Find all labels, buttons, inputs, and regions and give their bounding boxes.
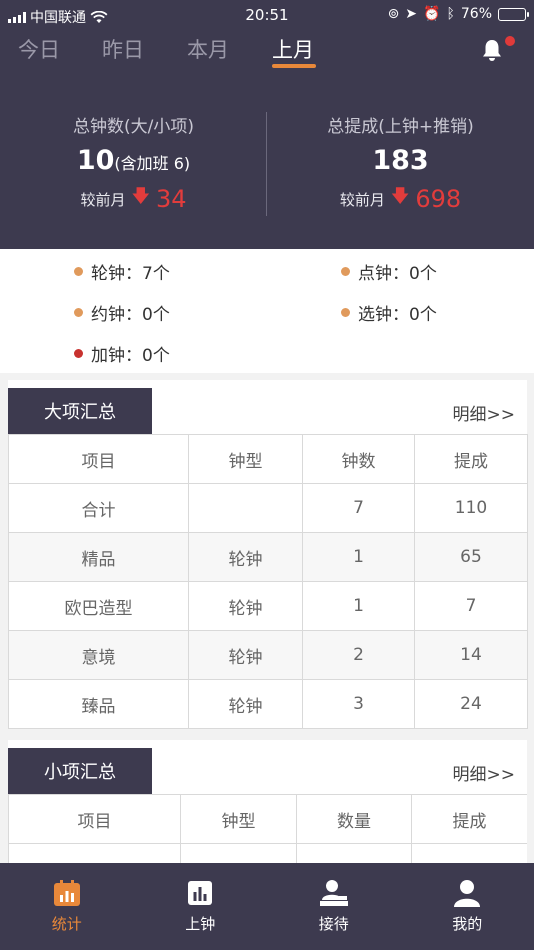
total-commission-value: 183 [372,145,429,176]
compare-label: 较前月 [339,190,385,209]
bluetooth-icon: ᛒ [446,6,455,22]
alarm-icon: ⏰ [423,6,441,22]
column-header: 项目 [8,794,181,844]
minor-summary-section: 小项汇总 明细>> 项目 钟型 数量 提成 [8,740,527,863]
total-commission-stat: 总提成(上钟+推销) 183 较前月 🡇 698 [267,112,534,214]
stats-icon [53,880,80,906]
clock-type-item: 轮钟：7个 [74,259,170,284]
compare-value: 698 [415,185,462,213]
section-title: 大项汇总 [8,388,152,434]
arrow-down-icon: 🡇 [390,186,410,207]
major-summary-table: 项目 钟型 钟数 提成 合计 7 110 精品 轮钟 1 65 欧巴造型 轮钟 1 7 意境 轮钟… [8,434,528,729]
summary-header: 中国联通 20:51 ⊚ ➤ ⏰ ᛒ 76% 今日 昨日 本月 上月 总钟数(大… [0,0,534,249]
tab-yesterday[interactable]: 昨日 [102,34,144,64]
column-header: 钟数 [302,434,415,484]
table-header-row: 项目 钟型 钟数 提成 [8,434,528,484]
total-commission-label: 总提成(上钟+推销) [327,117,474,137]
section-title: 小项汇总 [8,748,152,794]
compare-label: 较前月 [80,190,126,209]
clock-type-item: 约钟：0个 [74,300,170,325]
bottom-nav: 统计 上钟 接待 我的 [0,863,534,950]
column-header: 提成 [414,434,528,484]
total-clock-stat: 总钟数(大/小项) 10(含加班 6) 较前月 🡇 34 [0,112,267,214]
column-header: 提成 [411,794,527,844]
nav-label: 统计 [51,915,82,933]
tab-last-month[interactable]: 上月 [272,34,314,64]
major-summary-section: 大项汇总 明细>> 项目 钟型 钟数 提成 合计 7 110 精品 轮钟 1 65 欧巴造… [8,380,528,729]
nav-label: 我的 [452,915,483,933]
orientation-lock-icon: ⊚ [387,6,400,22]
period-tabs: 今日 昨日 本月 上月 [0,32,534,72]
dot-icon [341,267,350,276]
table-header-row: 项目 钟型 数量 提成 [8,794,527,844]
table-row: 精品 轮钟 1 65 [8,532,528,582]
table-row: 臻品 轮钟 3 24 [8,679,528,729]
total-clock-value: 10 [76,145,115,176]
tab-this-month[interactable]: 本月 [187,34,229,64]
reception-icon [319,880,348,906]
status-bar: 中国联通 20:51 ⊚ ➤ ⏰ ᛒ 76% [0,0,534,30]
table-row: 合计 7 110 [8,483,528,533]
table-row: 欧巴造型 轮钟 1 7 [8,581,528,631]
nav-reception[interactable]: 接待 [267,863,401,950]
tab-today[interactable]: 今日 [18,34,60,64]
details-link[interactable]: 明细>> [453,760,516,785]
overtime-note: (含加班 6) [114,154,191,173]
clock-type-item: 加钟：0个 [74,341,170,366]
active-tab-indicator [272,64,316,68]
column-header: 数量 [296,794,412,844]
column-header: 钟型 [180,794,297,844]
dot-icon [341,308,350,317]
compare-value: 34 [155,185,187,213]
nav-label: 上钟 [185,915,216,933]
column-header: 钟型 [188,434,303,484]
nav-stats[interactable]: 统计 [0,863,134,950]
table-row [8,843,527,863]
column-header: 项目 [8,434,189,484]
battery-percent: 76% [460,6,492,22]
notification-dot [505,36,515,46]
dot-icon [74,308,83,317]
table-row: 意境 轮钟 2 14 [8,630,528,680]
battery-icon [498,7,529,21]
clock-type-breakdown: 轮钟：7个 点钟：0个 约钟：0个 选钟：0个 加钟：0个 [0,249,534,373]
location-icon: ➤ [405,6,418,22]
dot-icon [74,267,83,276]
total-clock-label: 总钟数(大/小项) [73,117,194,137]
details-link[interactable]: 明细>> [453,400,516,425]
minor-summary-table: 项目 钟型 数量 提成 [8,794,527,863]
nav-profile[interactable]: 我的 [401,863,534,950]
bar-chart-icon [188,881,213,905]
user-icon [454,880,481,907]
dot-icon [74,349,83,358]
clock-type-item: 选钟：0个 [341,300,437,325]
arrow-down-icon: 🡇 [131,186,150,207]
bell-icon[interactable] [481,38,503,62]
nav-label: 接待 [318,915,349,933]
nav-clock-in[interactable]: 上钟 [134,863,268,950]
clock-type-item: 点钟：0个 [341,259,437,284]
